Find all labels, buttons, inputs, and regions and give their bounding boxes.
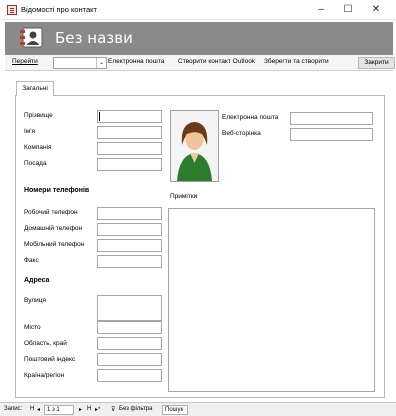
last-name-label: Прізвище	[24, 112, 53, 119]
form-icon	[7, 5, 17, 15]
search-field[interactable]: Пошук	[162, 405, 188, 415]
form-header: Без назви	[5, 22, 393, 55]
state-label: Область, край	[24, 340, 67, 347]
phones-heading: Номери телефонів	[24, 187, 90, 194]
business-phone-label: Робочий телефон	[24, 209, 78, 216]
company-label: Компанія	[24, 144, 52, 151]
last-record-button[interactable]: H	[87, 406, 91, 412]
tab-general[interactable]: Загальні	[16, 81, 54, 96]
first-name-label: Ім'я	[24, 128, 36, 135]
close-form-button[interactable]: Закрити	[358, 57, 395, 69]
record-navigation-bar: Запис: H ◂ 1 з 1 ▸ H ▸* ⊽ Без фільтра По…	[0, 402, 396, 416]
job-title-field[interactable]	[97, 158, 162, 171]
record-label: Запис:	[4, 406, 23, 412]
page-title: Без назви	[55, 29, 133, 47]
window-title: Відомості про контакт	[21, 5, 97, 14]
notes-field[interactable]	[168, 208, 375, 392]
webpage-label: Веб-сторінка	[222, 130, 261, 137]
notes-label: Примітки	[170, 193, 198, 200]
filter-status[interactable]: Без фільтра	[119, 406, 152, 412]
home-phone-label: Домашній телефон	[24, 225, 83, 232]
toolbar: Перейти ⌄ Електронна пошта Створити конт…	[5, 55, 395, 71]
maximize-button[interactable]: ☐	[336, 2, 360, 17]
country-field[interactable]	[97, 369, 162, 382]
next-record-button[interactable]: ▸	[79, 406, 82, 413]
window-close-button[interactable]: ✕	[364, 2, 388, 17]
title-bar: Відомості про контакт – ☐ ✕	[0, 0, 396, 20]
fax-label: Факс	[24, 257, 39, 264]
zip-field[interactable]	[97, 353, 162, 366]
save-and-new-button[interactable]: Зберегти та створити	[264, 58, 329, 65]
fax-field[interactable]	[97, 255, 162, 268]
create-outlook-contact-button[interactable]: Створити контакт Outlook	[178, 58, 255, 65]
previous-record-button[interactable]: ◂	[37, 406, 40, 413]
new-record-button[interactable]: ▸*	[95, 406, 100, 413]
webpage-field[interactable]	[290, 128, 373, 141]
company-field[interactable]	[97, 142, 162, 155]
email-field[interactable]	[290, 112, 373, 125]
contact-card-icon	[20, 27, 43, 48]
job-title-label: Посада	[24, 160, 47, 167]
goto-label: Перейти	[12, 58, 38, 65]
address-heading: Адреса	[24, 277, 50, 284]
zip-label: Поштовий індекс	[24, 356, 76, 363]
email-label: Електронна пошта	[222, 114, 279, 121]
first-record-button[interactable]: H	[30, 406, 34, 412]
country-label: Країна/регіон	[24, 372, 65, 379]
business-phone-field[interactable]	[97, 207, 162, 220]
mobile-phone-label: Мобільний телефон	[24, 241, 85, 248]
contact-photo[interactable]	[170, 110, 219, 182]
goto-select[interactable]: ⌄	[53, 57, 107, 69]
chevron-down-icon[interactable]: ⌄	[96, 58, 106, 68]
first-name-field[interactable]	[97, 126, 162, 139]
city-field[interactable]	[97, 321, 162, 334]
home-phone-field[interactable]	[97, 223, 162, 236]
street-field[interactable]	[97, 295, 162, 321]
last-name-field[interactable]	[97, 110, 162, 123]
minimize-button[interactable]: –	[309, 2, 333, 17]
city-label: Місто	[24, 324, 41, 331]
state-field[interactable]	[97, 337, 162, 350]
person-silhouette-icon	[171, 111, 218, 181]
street-label: Вулиця	[24, 297, 47, 304]
mobile-phone-field[interactable]	[97, 239, 162, 252]
record-position-field[interactable]: 1 з 1	[44, 405, 74, 415]
filter-icon: ⊽	[111, 407, 116, 413]
text-cursor	[99, 112, 100, 121]
email-button[interactable]: Електронна пошта	[108, 58, 164, 65]
